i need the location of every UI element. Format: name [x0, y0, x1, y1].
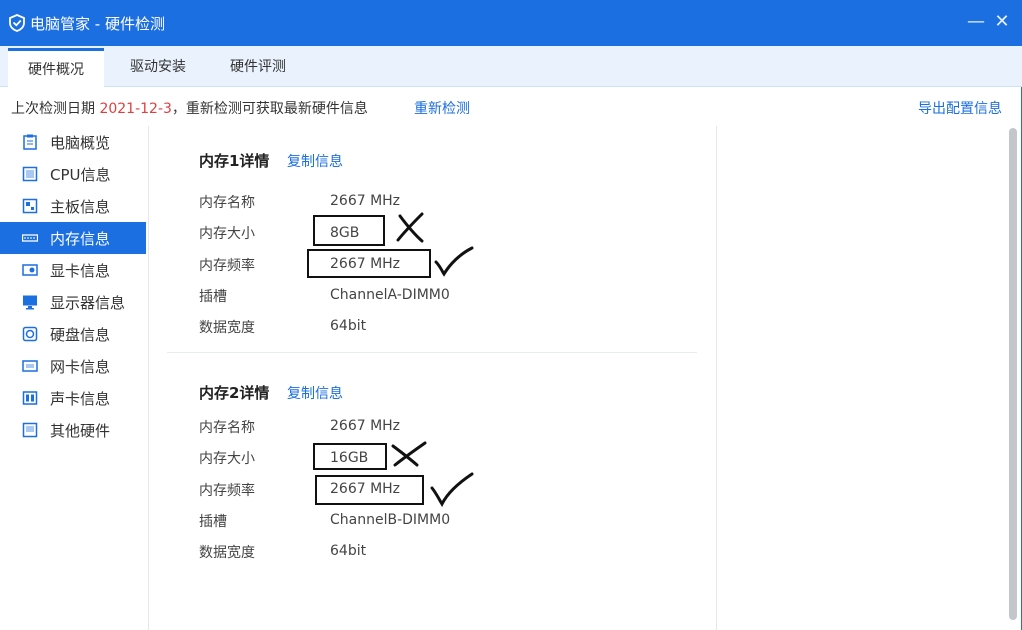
- close-button[interactable]: ✕: [990, 10, 1014, 34]
- tab-bar: 硬件概况 驱动安装 硬件评测: [0, 46, 1022, 89]
- cpu-icon: [22, 166, 38, 182]
- memory1-name-label: 内存名称: [199, 195, 255, 211]
- section-divider: [167, 352, 697, 353]
- last-detection-text: 上次检测日期 2021-12-3，重新检测可获取最新硬件信息: [11, 101, 368, 117]
- sound-card-icon: [22, 391, 38, 405]
- disk-icon: [22, 326, 38, 342]
- sidebar-item-monitor[interactable]: 显示器信息: [0, 286, 146, 318]
- tab-hardware-benchmark[interactable]: 硬件评测: [210, 46, 306, 86]
- other-hardware-icon: [22, 422, 38, 438]
- export-config-link[interactable]: 导出配置信息: [918, 98, 1002, 118]
- window-title: 电脑管家 - 硬件检测: [30, 15, 165, 33]
- sidebar-item-graphics-card[interactable]: 显卡信息: [0, 254, 146, 286]
- memory2-slot-label: 插槽: [199, 514, 227, 530]
- check-mark-icon: [430, 472, 474, 508]
- sidebar-item-label: 声卡信息: [50, 390, 111, 408]
- sidebar-item-other-hardware[interactable]: 其他硬件: [0, 414, 146, 446]
- minimize-button[interactable]: —: [964, 10, 988, 34]
- memory1-copy-link[interactable]: 复制信息: [287, 151, 343, 171]
- content-scrollbar[interactable]: [1006, 126, 1020, 630]
- graphics-card-icon: [22, 264, 38, 276]
- tab-hardware-overview[interactable]: 硬件概况: [8, 48, 104, 89]
- sidebar-item-memory[interactable]: 内存信息: [0, 222, 146, 254]
- memory2-width-value: 64bit: [330, 543, 367, 559]
- memory-details-panel: 内存1详情 复制信息 内存名称 2667 MHz 内存大小 8GB 内存频率 2…: [149, 126, 717, 630]
- memory2-title: 内存2详情: [199, 384, 270, 402]
- memory2-size-label: 内存大小: [199, 451, 255, 467]
- memory1-frequency-label: 内存频率: [199, 258, 255, 274]
- sidebar-item-label: 电脑概览: [50, 134, 111, 152]
- shield-logo-icon: [9, 14, 25, 32]
- sidebar-item-label: 主板信息: [50, 198, 111, 216]
- sidebar-item-sound-card[interactable]: 声卡信息: [0, 382, 146, 414]
- tab-driver-install[interactable]: 驱动安装: [110, 46, 206, 86]
- sidebar-item-pc-overview[interactable]: 电脑概览: [0, 126, 146, 158]
- memory2-name-value: 2667 MHz: [330, 418, 401, 434]
- sidebar-nav: 电脑概览 CPU信息 主板信息 内存信息 显卡信息 显示器信息 硬盘信息 网卡信…: [0, 126, 149, 630]
- cross-mark-icon: [391, 441, 427, 467]
- memory-icon: [22, 234, 38, 242]
- memory2-name-label: 内存名称: [199, 420, 255, 436]
- annotation-box-memory1-size: [313, 215, 385, 246]
- sidebar-item-label: 网卡信息: [50, 358, 111, 376]
- cross-mark-icon: [396, 212, 424, 243]
- detection-info-bar: 上次检测日期 2021-12-3，重新检测可获取最新硬件信息 重新检测 导出配置…: [0, 86, 1022, 126]
- clipboard-icon: [23, 134, 37, 150]
- last-detection-date: 2021-12-3: [99, 101, 172, 117]
- annotation-box-memory2-size: [313, 443, 387, 470]
- sidebar-item-motherboard[interactable]: 主板信息: [0, 190, 146, 222]
- recheck-link[interactable]: 重新检测: [414, 98, 470, 118]
- memory1-title: 内存1详情: [199, 152, 270, 170]
- scrollbar-thumb[interactable]: [1009, 128, 1017, 620]
- memory1-slot-label: 插槽: [199, 289, 227, 305]
- memory1-slot-value: ChannelA-DIMM0: [330, 287, 450, 303]
- sidebar-item-label: 显示器信息: [50, 294, 126, 312]
- memory2-copy-link[interactable]: 复制信息: [287, 383, 343, 403]
- annotation-box-memory2-frequency: [315, 475, 424, 505]
- sidebar-item-network-card[interactable]: 网卡信息: [0, 350, 146, 382]
- memory2-frequency-label: 内存频率: [199, 483, 255, 499]
- sidebar-item-label: CPU信息: [50, 166, 111, 184]
- sidebar-item-cpu[interactable]: CPU信息: [0, 158, 146, 190]
- sidebar-item-label: 显卡信息: [50, 262, 111, 280]
- sidebar-item-disk[interactable]: 硬盘信息: [0, 318, 146, 350]
- network-card-icon: [22, 360, 38, 372]
- memory2-slot-value: ChannelB-DIMM0: [330, 512, 451, 528]
- title-bar[interactable]: 电脑管家 - 硬件检测 — ✕: [0, 0, 1022, 46]
- hardware-detect-window: 电脑管家 - 硬件检测 — ✕ 硬件概况 驱动安装 硬件评测 上次检测日期 20…: [0, 0, 1022, 630]
- monitor-icon: [23, 295, 37, 310]
- memory1-width-value: 64bit: [330, 318, 367, 334]
- memory1-size-label: 内存大小: [199, 226, 255, 242]
- sidebar-item-label: 内存信息: [50, 230, 111, 248]
- sidebar-item-label: 其他硬件: [50, 422, 111, 440]
- memory1-name-value: 2667 MHz: [330, 193, 401, 209]
- annotation-box-memory1-frequency: [307, 249, 431, 278]
- memory2-width-label: 数据宽度: [199, 545, 255, 561]
- memory1-width-label: 数据宽度: [199, 320, 255, 336]
- check-mark-icon: [434, 246, 474, 277]
- sidebar-item-label: 硬盘信息: [50, 326, 111, 344]
- motherboard-icon: [22, 198, 38, 214]
